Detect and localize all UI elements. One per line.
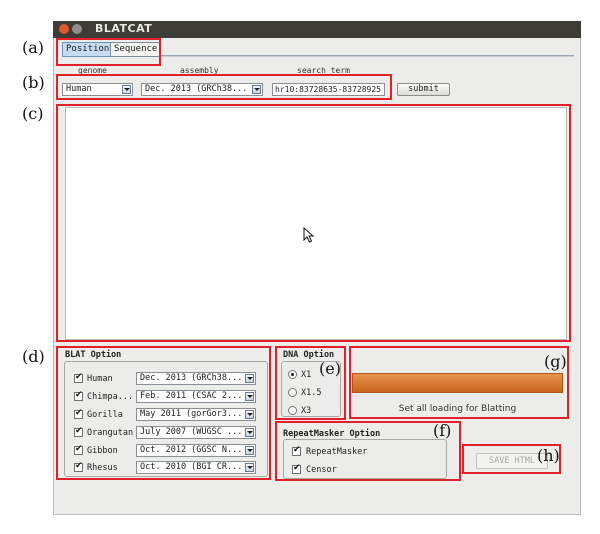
marker-g: (g) — [544, 352, 567, 371]
annotation-box-g — [349, 346, 569, 419]
submit-button[interactable]: submit — [397, 83, 450, 96]
marker-b: (b) — [22, 73, 45, 92]
annotation-box-c — [56, 104, 571, 342]
annotation-box-b — [56, 74, 392, 100]
marker-e: (e) — [319, 359, 341, 378]
marker-f: (f) — [433, 421, 452, 440]
tab-divider — [160, 55, 574, 57]
minimize-icon[interactable] — [72, 24, 82, 34]
close-icon[interactable] — [59, 24, 69, 34]
annotation-box-e — [275, 346, 346, 420]
mouse-cursor-icon — [303, 227, 315, 243]
marker-a: (a) — [22, 38, 45, 57]
marker-h: (h) — [537, 446, 560, 465]
title-bar: BLATCAT — [53, 21, 581, 38]
marker-c: (c) — [22, 104, 44, 123]
annotation-box-a — [56, 38, 161, 66]
window-title: BLATCAT — [95, 22, 153, 35]
marker-d: (d) — [22, 347, 45, 366]
annotation-box-d — [56, 346, 271, 480]
